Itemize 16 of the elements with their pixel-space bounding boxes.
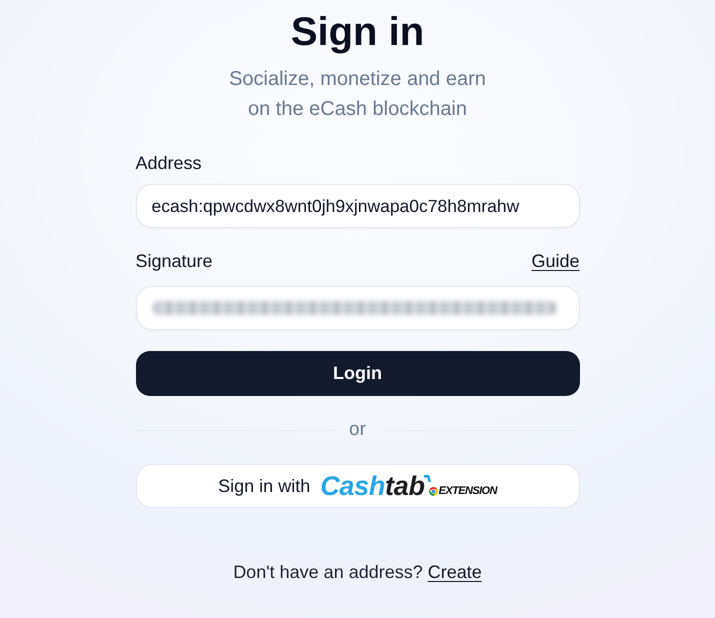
page-title: Sign in: [290, 9, 426, 55]
address-field[interactable]: ecash:qpwcdwx8wnt0jh9xjnwapa0c78h8mrahw: [136, 184, 580, 228]
signature-label: Signature: [136, 250, 213, 273]
cashtab-signin-button[interactable]: Sign in with Cashtab EXTENSION: [136, 464, 580, 508]
signup-prompt: Don't have an address? Create: [232, 561, 483, 584]
extension-label: EXTENSION: [438, 484, 497, 498]
browser-icon: [428, 487, 438, 496]
login-button[interactable]: Login: [136, 351, 580, 396]
signature-field[interactable]: [136, 286, 580, 330]
guide-link[interactable]: Guide: [531, 250, 580, 272]
brand-wordmark: Cashtab: [320, 472, 425, 500]
create-link[interactable]: Create: [428, 562, 482, 582]
subtitle: Socialize, monetize and earn on the eCash blockchain: [228, 67, 487, 122]
separator-text: or: [349, 418, 366, 442]
corner-mark-icon: [424, 475, 431, 482]
address-label: Address: [136, 152, 202, 175]
